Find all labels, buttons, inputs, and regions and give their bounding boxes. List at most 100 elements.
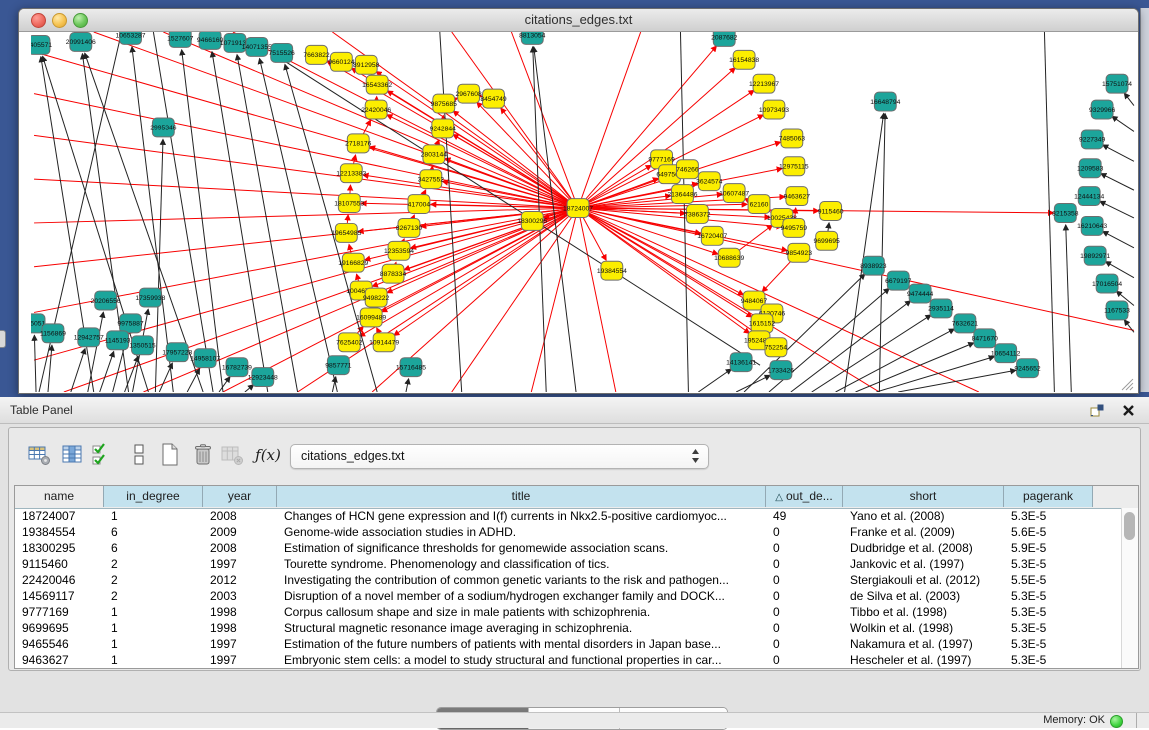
graph-edge[interactable] (88, 312, 104, 392)
graph-node[interactable]: 8471670 (972, 329, 999, 348)
table-row[interactable]: 977716911998Corpus callosum shape and si… (15, 604, 1122, 620)
graph-node[interactable]: 15716485 (396, 358, 426, 377)
graph-node[interactable]: 10688639 (714, 248, 744, 267)
table-cell[interactable]: Dudbridge et al. (2008) (843, 540, 1004, 556)
graph-edge[interactable] (1124, 320, 1134, 332)
table-cell[interactable]: Investigating the contribution of common… (277, 572, 766, 588)
graph-node[interactable]: 16154838 (729, 50, 759, 69)
graph-node[interactable]: 9405571 (31, 35, 52, 54)
graph-edge[interactable] (1103, 145, 1134, 161)
table-cell[interactable]: 9699695 (15, 620, 104, 636)
table-cell[interactable]: 5.5E-5 (1004, 572, 1093, 588)
graph-node[interactable]: 8267130 (396, 218, 423, 237)
table-settings-icon[interactable] (27, 442, 53, 468)
column-header-out_de[interactable]: △out_de... (766, 486, 843, 507)
graph-node[interactable]: 6679197 (885, 271, 912, 290)
table-cell[interactable]: Hescheler et al. (1997) (843, 652, 1004, 668)
graph-node[interactable]: 7663822 (303, 45, 330, 64)
graph-node[interactable]: 8938923 (860, 256, 887, 275)
graph-node[interactable]: 1156869 (40, 324, 66, 343)
graph-edge[interactable] (260, 59, 338, 392)
delete-table-icon[interactable] (190, 442, 216, 468)
import-table-disabled-icon[interactable] (220, 442, 246, 468)
graph-node[interactable]: 7386372 (684, 205, 711, 224)
graph-node[interactable]: 417004 (408, 195, 431, 214)
graph-node[interactable]: 10914479 (369, 333, 399, 352)
graph-node[interactable]: 16099489 (356, 308, 386, 327)
graph-edge[interactable] (698, 369, 731, 392)
table-cell[interactable]: 19384554 (15, 524, 104, 540)
table-cell[interactable]: Yano et al. (2008) (843, 508, 1004, 524)
table-row[interactable]: 2242004622012Investigating the contribut… (15, 572, 1122, 588)
graph-node[interactable]: 16720407 (697, 226, 727, 245)
table-cell[interactable]: Jankovic et al. (1997) (843, 556, 1004, 572)
table-row[interactable]: 1872400712008Changes of HCN gene express… (15, 508, 1122, 524)
table-row[interactable]: 969969511998Structural magnetic resonanc… (15, 620, 1122, 636)
table-cell[interactable]: Estimation of significance thresholds fo… (277, 540, 766, 556)
table-cell[interactable]: 5.3E-5 (1004, 508, 1093, 524)
resize-grip-icon[interactable] (1122, 379, 1133, 390)
table-cell[interactable]: 2008 (203, 540, 277, 556)
table-cell[interactable]: 5.3E-5 (1004, 588, 1093, 604)
graph-node[interactable]: 9245652 (1014, 359, 1041, 378)
graph-node[interactable]: 9242844 (430, 119, 457, 138)
graph-node[interactable]: 12353594 (384, 241, 414, 260)
table-row[interactable]: 946362711997Embryonic stem cells: a mode… (15, 652, 1122, 668)
table-cell[interactable]: Wolkin et al. (1998) (843, 620, 1004, 636)
graph-node[interactable]: 1350515 (129, 336, 156, 355)
graph-node[interactable]: 18300295 (517, 212, 547, 231)
table-row[interactable]: 946554611997Estimation of the future num… (15, 636, 1122, 652)
new-table-icon[interactable] (157, 442, 183, 468)
graph-node[interactable]: 15751074 (1102, 74, 1132, 93)
graph-node[interactable]: 746266 (676, 160, 699, 179)
table-cell[interactable]: 9115460 (15, 556, 104, 572)
table-cell[interactable]: 2 (104, 588, 203, 604)
graph-node[interactable]: 2935114 (928, 299, 954, 318)
column-header-in_degree[interactable]: in_degree (104, 486, 203, 507)
graph-node[interactable]: 1615152 (749, 314, 776, 333)
column-header-short[interactable]: short (843, 486, 1004, 507)
table-cell[interactable]: 18300295 (15, 540, 104, 556)
graph-node[interactable]: 20206556 (91, 291, 121, 310)
graph-node[interactable]: 1167533 (1104, 301, 1130, 320)
graph-edge[interactable] (1112, 116, 1134, 131)
graph-edge[interactable] (34, 208, 578, 223)
graph-node[interactable]: 12213967 (749, 74, 779, 93)
table-cell[interactable]: 1997 (203, 556, 277, 572)
graph-node[interactable]: 2087682 (711, 32, 738, 46)
column-header-year[interactable]: year (203, 486, 277, 507)
table-cell[interactable]: 1997 (203, 636, 277, 652)
graph-node[interactable]: 16210643 (1077, 216, 1107, 235)
graph-edge[interactable] (212, 52, 268, 392)
graph-edge[interactable] (845, 113, 884, 392)
table-cell[interactable]: Changes of HCN gene expression and I(f) … (277, 508, 766, 524)
graph-edge[interactable] (445, 158, 578, 208)
table-cell[interactable]: Nakamura et al. (1997) (843, 636, 1004, 652)
close-panel-icon[interactable] (1122, 404, 1135, 417)
graph-edge[interactable] (159, 363, 172, 392)
graph-node[interactable]: 9498222 (363, 288, 390, 307)
graph-edge[interactable] (578, 208, 1053, 213)
table-cell[interactable]: 5.3E-5 (1004, 604, 1093, 620)
graph-node[interactable]: 7485063 (779, 129, 806, 148)
graph-edge[interactable] (1103, 231, 1134, 247)
table-cell[interactable]: 0 (766, 556, 843, 572)
table-cell[interactable]: 0 (766, 572, 843, 588)
graph-node[interactable]: 10654112 (991, 344, 1021, 363)
graph-edge[interactable] (578, 208, 616, 392)
table-row[interactable]: 1938455462009Genome-wide association stu… (15, 524, 1122, 540)
table-cell[interactable]: Tibbo et al. (1998) (843, 604, 1004, 620)
graph-edge[interactable] (578, 208, 787, 250)
graph-edge[interactable] (736, 375, 770, 392)
table-cell[interactable]: 2 (104, 572, 203, 588)
graph-edge[interactable] (245, 385, 254, 392)
graph-node[interactable]: 18724007 (563, 199, 593, 218)
graph-node[interactable]: 9875685 (431, 94, 458, 113)
table-cell[interactable]: 1 (104, 636, 203, 652)
graph-node[interactable]: 2995346 (150, 118, 177, 137)
graph-node[interactable]: 7632621 (952, 314, 979, 333)
graph-node[interactable]: 10973493 (759, 100, 789, 119)
table-cell[interactable]: Disruption of a novel member of a sodium… (277, 588, 766, 604)
table-cell[interactable]: 0 (766, 636, 843, 652)
table-cell[interactable]: 0 (766, 588, 843, 604)
